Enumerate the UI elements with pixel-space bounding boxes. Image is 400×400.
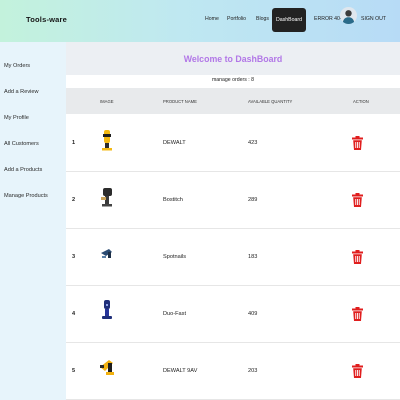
sidebar: My Orders Add a Review My Profile All Cu… <box>0 42 66 400</box>
user-name: ERROR 404 <box>314 16 343 22</box>
dark-tool-image <box>101 188 112 207</box>
table-row: 5 DEWALT 9AV 203 <box>66 342 400 400</box>
available-quantity: 183 <box>248 254 258 260</box>
brand-logo[interactable]: Tools-ware <box>26 15 67 24</box>
sidebar-item-my-profile[interactable]: My Profile <box>4 115 29 121</box>
page-title: Welcome to DashBoard <box>66 42 400 75</box>
product-name: Bostitch <box>163 197 183 203</box>
yellow-drill-image <box>100 360 114 375</box>
main-content: Welcome to DashBoard manage orders : 8 I… <box>66 42 400 400</box>
nav-home[interactable]: Home <box>205 16 219 22</box>
blue-tool-image <box>101 249 112 258</box>
sidebar-item-manage-products[interactable]: Manage Products <box>4 193 48 199</box>
row-number: 5 <box>72 368 76 374</box>
available-quantity: 409 <box>248 311 258 317</box>
product-name: Spotnails <box>163 254 187 260</box>
table-row: 2 Bostitch 289 <box>66 171 400 229</box>
trash-icon[interactable] <box>352 307 363 321</box>
trash-icon[interactable] <box>352 364 363 378</box>
top-navbar: Tools-ware Home Portfolio Blogs DashBoar… <box>0 0 400 42</box>
row-number: 1 <box>72 140 76 146</box>
header-action: ACTION <box>353 99 369 104</box>
table-row: 4 Duo-Fast 409 <box>66 285 400 343</box>
header-product-name: PRODUCT NAME <box>163 99 197 104</box>
nav-portfolio[interactable]: Portfolio <box>227 16 246 22</box>
table-row: 1 DEWALT 423 <box>66 114 400 172</box>
available-quantity: 289 <box>248 197 258 203</box>
sidebar-item-add-products[interactable]: Add a Products <box>4 167 42 173</box>
available-quantity: 203 <box>248 368 258 374</box>
yellow-tool-image <box>102 130 112 151</box>
avatar[interactable] <box>340 7 357 24</box>
product-name: DEWALT <box>163 140 186 146</box>
header-image: IMAGE <box>100 99 114 104</box>
orders-count: manage orders : 8 <box>211 77 255 83</box>
navy-tool-image <box>102 300 112 319</box>
nav-blogs[interactable]: Blogs <box>256 16 269 22</box>
sidebar-item-all-customers[interactable]: All Customers <box>4 141 39 147</box>
nav-dashboard[interactable]: DashBoard <box>272 8 306 32</box>
sidebar-item-add-review[interactable]: Add a Review <box>4 89 39 95</box>
trash-icon[interactable] <box>352 250 363 264</box>
product-name: DEWALT 9AV <box>163 368 198 374</box>
header-available-quantity: AVAILABLE QUANTITY <box>248 99 293 104</box>
trash-icon[interactable] <box>352 193 363 207</box>
row-number: 2 <box>72 197 76 203</box>
sign-out-button[interactable]: SIGN OUT <box>361 16 386 22</box>
available-quantity: 423 <box>248 140 258 146</box>
product-name: Duo-Fast <box>163 311 187 317</box>
row-number: 3 <box>72 254 76 260</box>
row-number: 4 <box>72 311 76 317</box>
table-header: IMAGE PRODUCT NAME AVAILABLE QUANTITY AC… <box>66 88 400 114</box>
sidebar-item-my-orders[interactable]: My Orders <box>4 63 30 69</box>
trash-icon[interactable] <box>352 136 363 150</box>
table-row: 3 Spotnails 183 <box>66 228 400 286</box>
user-avatar-image <box>342 10 355 24</box>
